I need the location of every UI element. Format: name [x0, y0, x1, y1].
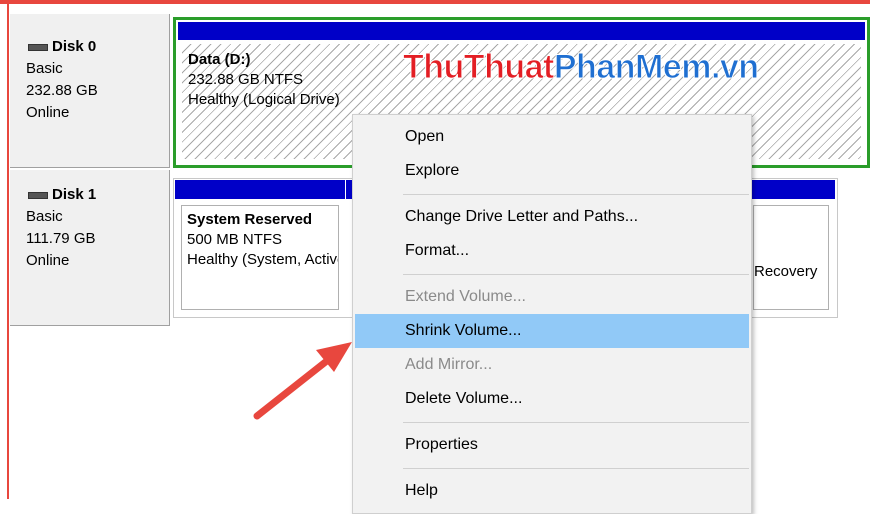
disk-management-view: Disk 0 Basic 232.88 GB Online Data (D:) … [0, 0, 870, 514]
annotation-arrow-icon [253, 342, 352, 420]
